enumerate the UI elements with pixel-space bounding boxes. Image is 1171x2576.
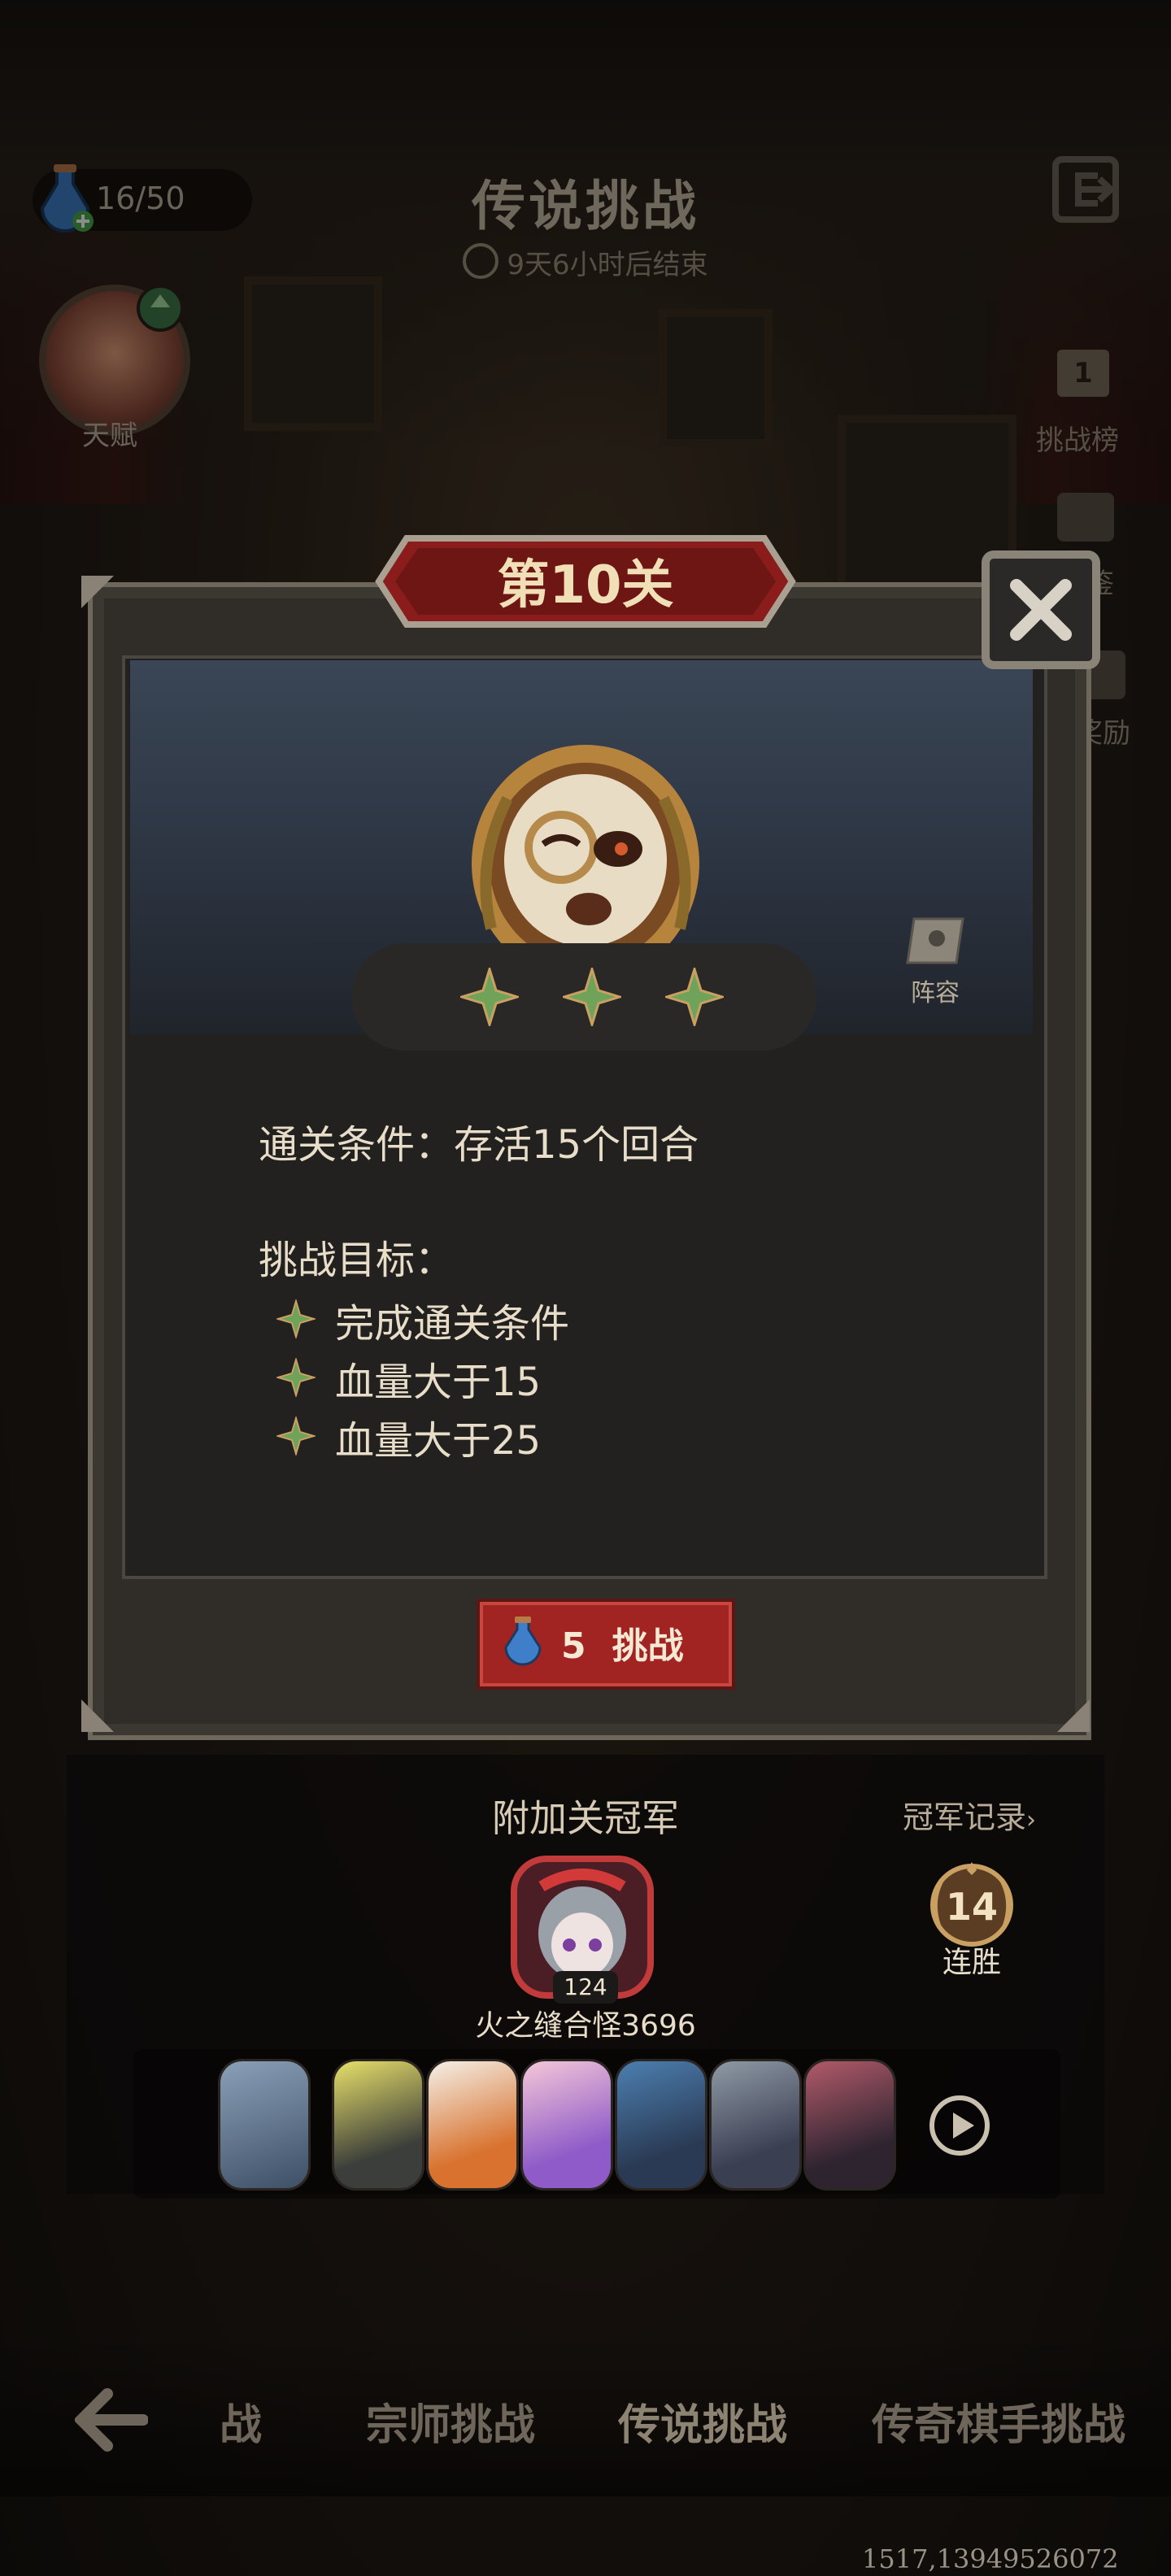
goal-item: 血量大于25 [335, 1418, 542, 1464]
lineup-label[interactable]: 阵容 [895, 973, 976, 1008]
stage-title: 第10关 [497, 555, 674, 616]
lineup-book-icon[interactable] [903, 912, 968, 969]
star-icon [276, 1416, 316, 1456]
tab-master-challenge[interactable]: 宗师挑战 [366, 2391, 535, 2452]
goals-title: 挑战目标： [259, 1238, 455, 1283]
hero-portrait[interactable] [709, 2059, 802, 2191]
star-icon [276, 1358, 316, 1397]
hero-portrait[interactable] [426, 2059, 519, 2191]
tab-challenge[interactable]: 挑战 [220, 2391, 294, 2452]
goal-item: 血量大于15 [335, 1360, 542, 1405]
potion-icon [504, 1617, 542, 1666]
hero-portrait[interactable] [218, 2059, 311, 2191]
tab-legend-challenge[interactable]: 传说挑战 [618, 2391, 787, 2452]
star-icon [563, 968, 621, 1026]
hero-portrait[interactable] [615, 2059, 707, 2191]
replay-icon[interactable] [925, 2091, 994, 2160]
clear-condition: 通关条件：存活15个回合 [259, 1122, 699, 1168]
debug-coordinates: 1517,13949526072 [862, 2543, 1119, 2574]
challenge-label: 挑战 [612, 1625, 684, 1667]
champion-record-link[interactable]: 冠军记录› [903, 1792, 1036, 1837]
champion-name: 火之缝合怪3696 [475, 2009, 696, 2043]
streak-number: 14 [945, 1885, 998, 1929]
hero-portrait[interactable] [332, 2059, 424, 2191]
hero-portrait[interactable] [803, 2059, 896, 2191]
goal-item: 完成通关条件 [335, 1301, 570, 1347]
close-icon[interactable] [981, 550, 1101, 670]
chevron-right-icon: › [1026, 1806, 1037, 1834]
challenge-cost: 5 [561, 1625, 586, 1667]
hero-portrait[interactable] [520, 2059, 613, 2191]
back-arrow-icon[interactable] [75, 2387, 148, 2452]
challenge-button-label[interactable]: 5 挑战 [561, 1617, 684, 1669]
tab-grandmaster-challenge[interactable]: 传奇棋手挑战 [872, 2391, 1125, 2452]
star-icon [665, 968, 724, 1026]
champion-level: 124 [553, 1971, 618, 2004]
star-icon [276, 1299, 316, 1338]
streak-label: 连胜 [942, 1946, 1001, 1979]
star-icon [460, 968, 519, 1026]
